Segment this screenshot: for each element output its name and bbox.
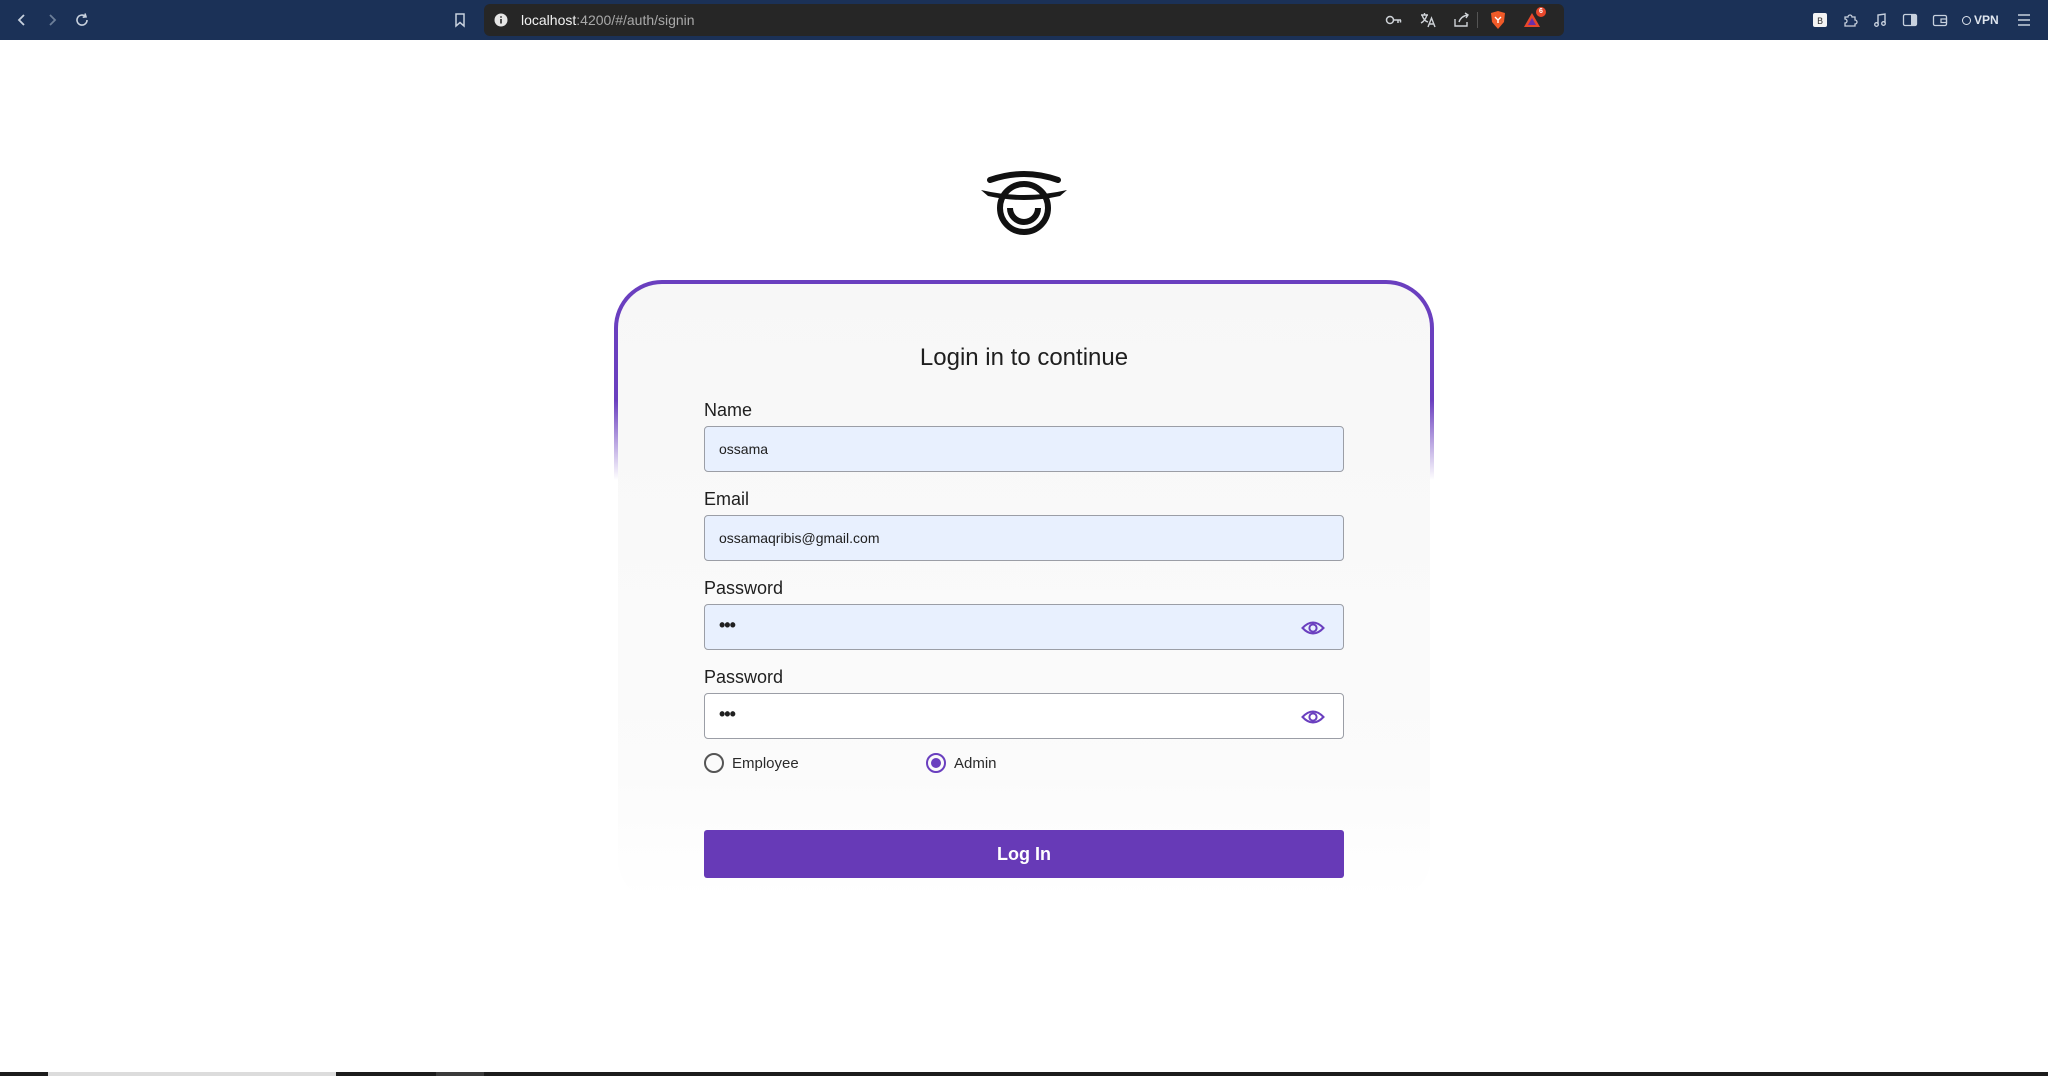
password-field[interactable]: ••• — [704, 604, 1344, 650]
email-field[interactable]: ossamaqribis@gmail.com — [704, 515, 1344, 561]
confirm-password-field[interactable]: ••• — [704, 693, 1344, 739]
admin-radio-label[interactable]: Admin — [954, 755, 997, 772]
app-logo-icon — [980, 170, 1068, 236]
bottom-strip-segment — [48, 1072, 336, 1076]
vpn-label: VPN — [1974, 13, 1999, 27]
login-card-border: Login in to continue Name ossama Email o… — [614, 280, 1434, 900]
wallet-icon[interactable] — [1928, 8, 1952, 32]
extension-icon[interactable]: B — [1808, 8, 1832, 32]
music-icon[interactable] — [1868, 8, 1892, 32]
employee-radio[interactable]: Employee — [704, 752, 799, 774]
brave-shield-icon[interactable] — [1488, 10, 1508, 30]
email-label: Email — [704, 489, 750, 509]
forward-icon[interactable] — [40, 8, 64, 32]
name-label: Name — [704, 400, 753, 420]
bottom-scroll-strip — [0, 1072, 2048, 1076]
show-password-eye-icon[interactable] — [1301, 617, 1325, 639]
address-bar[interactable]: localhost:4200/#/auth/signin 6 — [484, 4, 1564, 36]
login-card: Login in to continue Name ossama Email o… — [618, 284, 1430, 900]
svg-text:B: B — [1817, 17, 1823, 27]
browser-toolbar: localhost:4200/#/auth/signin 6 B VPN — [0, 0, 2048, 40]
site-info-icon[interactable] — [492, 11, 510, 29]
url-path: :4200/#/auth/signin — [576, 12, 695, 28]
name-value: ossama — [719, 441, 769, 457]
translate-icon[interactable] — [1418, 10, 1438, 30]
email-value: ossamaqribis@gmail.com — [719, 530, 880, 546]
employee-radio-circle[interactable] — [704, 753, 724, 773]
confirm-password-value: ••• — [719, 704, 736, 724]
admin-radio[interactable]: Admin — [926, 752, 997, 774]
url-host: localhost — [521, 12, 577, 28]
rewards-badge: 6 — [1536, 7, 1546, 17]
show-confirm-password-eye-icon[interactable] — [1301, 706, 1325, 728]
vpn-button[interactable]: VPN — [1962, 11, 1999, 29]
login-button[interactable]: Log In — [704, 830, 1344, 878]
puzzle-icon[interactable] — [1838, 8, 1862, 32]
password-label: Password — [704, 578, 784, 598]
employee-radio-label[interactable]: Employee — [732, 755, 799, 772]
sidebar-icon[interactable] — [1898, 8, 1922, 32]
admin-radio-circle[interactable] — [926, 753, 946, 773]
share-icon[interactable] — [1452, 10, 1472, 30]
name-field[interactable]: ossama — [704, 426, 1344, 472]
reload-icon[interactable] — [70, 8, 94, 32]
brave-rewards-icon[interactable]: 6 — [1522, 7, 1546, 30]
key-icon[interactable] — [1384, 10, 1404, 30]
card-title: Login in to continue — [919, 344, 1129, 371]
url-divider — [1477, 12, 1478, 28]
password-value: ••• — [719, 615, 736, 635]
bookmark-icon[interactable] — [448, 8, 472, 32]
back-icon[interactable] — [10, 8, 34, 32]
menu-icon[interactable] — [2012, 8, 2036, 32]
role-radio-group: Employee Admin — [704, 752, 1344, 774]
vpn-status-icon — [1962, 15, 1971, 25]
confirm-password-label: Password — [704, 667, 784, 687]
bottom-strip-segment — [436, 1072, 484, 1076]
url-text[interactable]: localhost:4200/#/auth/signin — [521, 12, 695, 28]
